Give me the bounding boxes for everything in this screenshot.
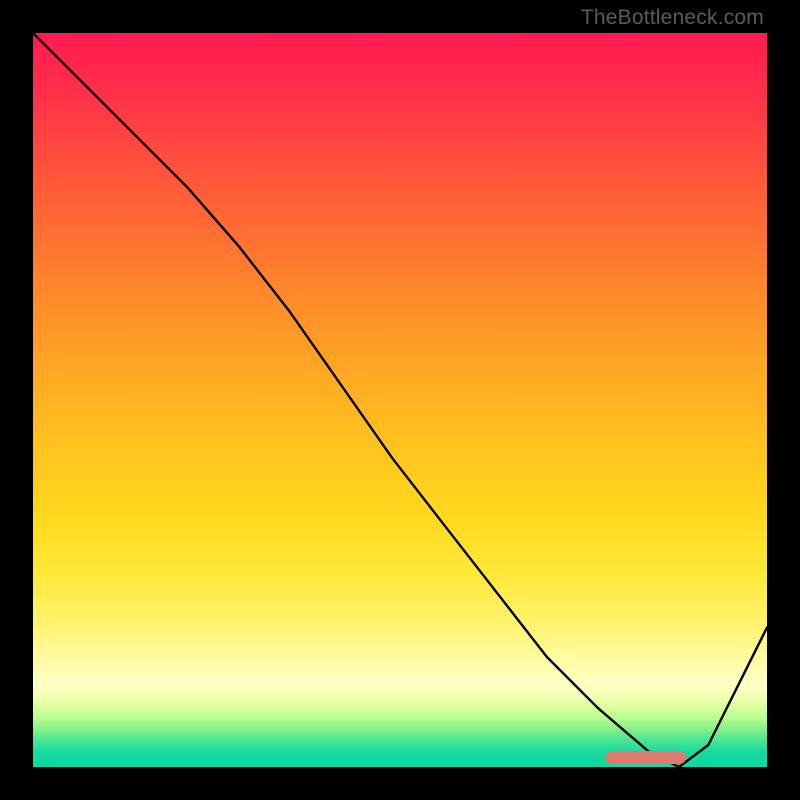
chart-frame: TheBottleneck.com [0,0,800,800]
plot-area [33,33,767,767]
chart-svg [33,33,767,767]
attribution-text: TheBottleneck.com [581,6,764,30]
optimal-marker [606,751,687,764]
bottleneck-curve [33,33,767,767]
